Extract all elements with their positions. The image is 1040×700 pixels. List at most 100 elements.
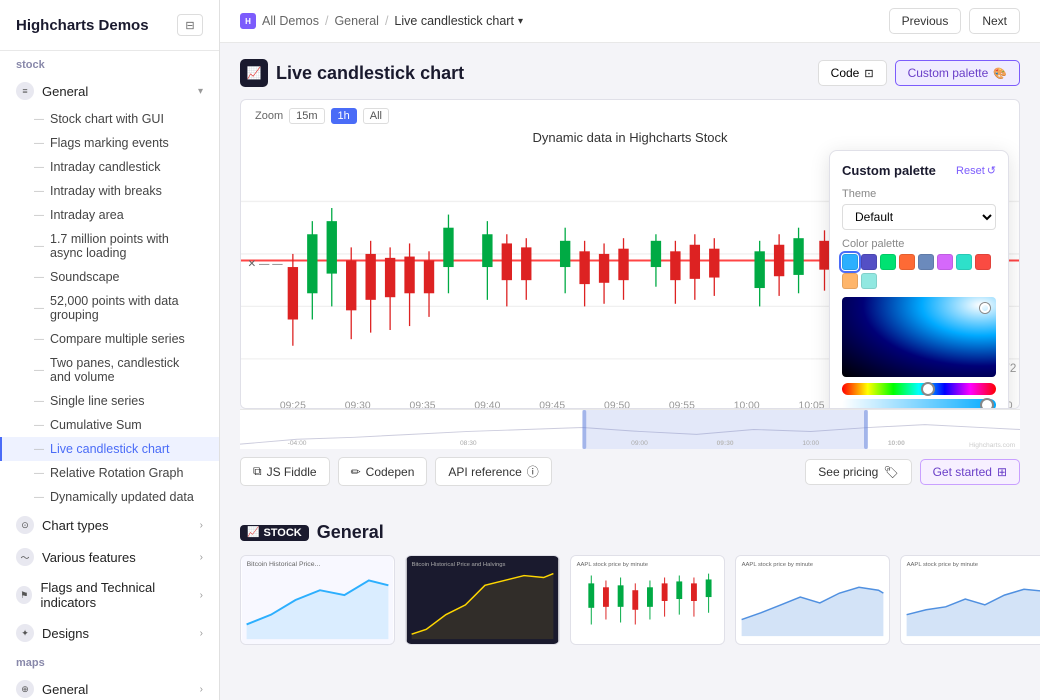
svg-text:AAPL stock price by minute: AAPL stock price by minute: [577, 562, 648, 568]
thumb-svg-1: Bitcoin Historical Price and Halvings: [406, 556, 559, 644]
color-swatch-2[interactable]: [880, 254, 896, 270]
sidebar-item-single-line[interactable]: Single line series: [0, 389, 219, 413]
stock-badge-label: STOCK: [263, 527, 301, 539]
breadcrumb-dropdown-icon[interactable]: ▾: [518, 16, 523, 27]
demo-header: 📈 Live candlestick chart Code ⊡ Custom p…: [240, 59, 1020, 87]
cp-hue-handle[interactable]: [921, 382, 935, 396]
cp-hue-bar[interactable]: [842, 383, 996, 395]
color-swatch-8[interactable]: [842, 273, 858, 289]
code-button[interactable]: Code ⊡: [818, 60, 887, 86]
demo-title-icon: 📈: [240, 59, 268, 87]
thumbnails-row: Bitcoin Historical Price... Bitcoin Hist…: [220, 551, 1040, 661]
js-fiddle-label: JS Fiddle: [267, 465, 317, 479]
zoom-1h[interactable]: 1h: [331, 108, 357, 124]
highcharts-icon: H: [240, 13, 256, 29]
sidebar-item-intraday-breaks[interactable]: Intraday with breaks: [0, 179, 219, 203]
color-swatch-3[interactable]: [899, 254, 915, 270]
thumb-card-2[interactable]: AAPL stock price by minute: [570, 555, 725, 645]
cp-gradient-picker[interactable]: [842, 297, 996, 377]
general-section-heading: 📈 STOCK General: [220, 510, 1040, 551]
codepen-icon: ✏: [351, 465, 361, 479]
color-swatch-4[interactable]: [918, 254, 934, 270]
maps-general-chevron: ›: [200, 684, 203, 695]
cp-reset-button[interactable]: Reset ↺: [956, 164, 996, 177]
sidebar-item-soundscape[interactable]: Soundscape: [0, 265, 219, 289]
js-fiddle-button[interactable]: ⧉ JS Fiddle: [240, 457, 330, 486]
topbar-actions: Previous Next: [889, 8, 1020, 34]
nav-general-toggle[interactable]: ≡ General ▾: [0, 75, 219, 107]
thumb-card-1[interactable]: Bitcoin Historical Price and Halvings: [405, 555, 560, 645]
reset-icon: ↺: [987, 164, 996, 177]
cp-header: Custom palette Reset ↺: [842, 163, 996, 178]
sidebar-item-1m-points[interactable]: 1.7 million points with async loading: [0, 227, 219, 265]
sidebar-toggle-button[interactable]: ⊟: [177, 14, 203, 36]
svg-text:Highcharts.com: Highcharts.com: [969, 442, 1016, 449]
svg-text:10:00: 10:00: [734, 401, 760, 409]
thumb-card-3[interactable]: AAPL stock price by minute: [735, 555, 890, 645]
palette-icon: 🎨: [993, 67, 1007, 80]
sidebar-item-52k-points[interactable]: 52,000 points with data grouping: [0, 289, 219, 327]
sidebar-item-stock-chart-gui[interactable]: Stock chart with GUI: [0, 107, 219, 131]
designs-label: Designs: [42, 626, 89, 641]
svg-text:-04:00: -04:00: [288, 440, 307, 447]
cp-alpha-bar[interactable]: [842, 399, 996, 409]
sidebar-item-dynamic[interactable]: Dynamically updated data: [0, 485, 219, 509]
color-swatch-6[interactable]: [956, 254, 972, 270]
nav-maps-general[interactable]: ⊕ General ›: [0, 673, 219, 700]
color-swatch-0[interactable]: [842, 254, 858, 270]
see-pricing-icon: 🏷: [883, 465, 898, 479]
cp-gradient-handle[interactable]: [980, 303, 990, 313]
api-reference-label: API reference: [448, 465, 521, 479]
nav-designs[interactable]: ✦ Designs ›: [0, 617, 219, 649]
code-label: Code: [831, 66, 860, 80]
next-button[interactable]: Next: [969, 8, 1020, 34]
chart-zoom-bar: Zoom 15m 1h All: [241, 100, 1019, 128]
svg-text:09:55: 09:55: [669, 401, 695, 409]
nav-chart-types[interactable]: ⊙ Chart types ›: [0, 509, 219, 541]
sidebar-item-live-candle[interactable]: Live candlestick chart: [0, 437, 219, 461]
previous-button[interactable]: Previous: [889, 8, 962, 34]
codepen-button[interactable]: ✏ Codepen: [338, 457, 428, 486]
cp-theme-label: Theme: [842, 188, 996, 200]
thumb-card-4[interactable]: AAPL stock price by minute: [900, 555, 1040, 645]
breadcrumb-all-demos[interactable]: All Demos: [262, 14, 319, 28]
stock-section-label: stock: [0, 51, 219, 75]
thumb-card-0[interactable]: Bitcoin Historical Price...: [240, 555, 395, 645]
sidebar-item-cumulative[interactable]: Cumulative Sum: [0, 413, 219, 437]
get-started-button[interactable]: Get started ⊞: [920, 459, 1020, 485]
color-swatch-5[interactable]: [937, 254, 953, 270]
svg-text:08:30: 08:30: [460, 440, 477, 447]
svg-text:09:35: 09:35: [410, 401, 436, 409]
sidebar-header: Highcharts Demos ⊟: [0, 0, 219, 51]
nav-flags[interactable]: ⚑ Flags and Technical indicators ›: [0, 573, 219, 617]
sidebar-item-intraday-candle[interactable]: Intraday candlestick: [0, 155, 219, 179]
color-swatch-1[interactable]: [861, 254, 877, 270]
designs-chevron: ›: [200, 628, 203, 639]
zoom-all[interactable]: All: [363, 108, 389, 124]
maps-general-icon: ⊕: [16, 680, 34, 698]
svg-text:09:25: 09:25: [280, 401, 306, 409]
sidebar-item-two-panes[interactable]: Two panes, candlestick and volume: [0, 351, 219, 389]
sidebar-item-compare[interactable]: Compare multiple series: [0, 327, 219, 351]
breadcrumb-current: Live candlestick chart ▾: [394, 14, 523, 28]
cp-theme-select[interactable]: Default: [842, 204, 996, 230]
nav-various-features[interactable]: 〜 Various features ›: [0, 541, 219, 573]
see-pricing-button[interactable]: See pricing 🏷: [805, 459, 911, 485]
svg-text:09:40: 09:40: [474, 401, 500, 409]
sidebar-item-rotation[interactable]: Relative Rotation Graph: [0, 461, 219, 485]
custom-palette-button[interactable]: Custom palette 🎨: [895, 60, 1020, 86]
zoom-label: Zoom: [255, 110, 283, 122]
breadcrumb-general[interactable]: General: [334, 14, 378, 28]
zoom-15m[interactable]: 15m: [289, 108, 324, 124]
breadcrumb-sep2: /: [385, 14, 388, 28]
cp-alpha-handle[interactable]: [980, 398, 994, 409]
svg-text:Bitcoin Historical Price and H: Bitcoin Historical Price and Halvings: [412, 562, 506, 568]
sidebar-item-intraday-area[interactable]: Intraday area: [0, 203, 219, 227]
svg-text:✕ — —: ✕ — —: [247, 259, 283, 270]
sidebar-item-flags[interactable]: Flags marking events: [0, 131, 219, 155]
svg-text:09:30: 09:30: [345, 401, 371, 409]
color-swatch-9[interactable]: [861, 273, 877, 289]
general-label: General: [42, 84, 88, 99]
color-swatch-7[interactable]: [975, 254, 991, 270]
api-reference-button[interactable]: API reference ⓘ: [435, 457, 551, 486]
